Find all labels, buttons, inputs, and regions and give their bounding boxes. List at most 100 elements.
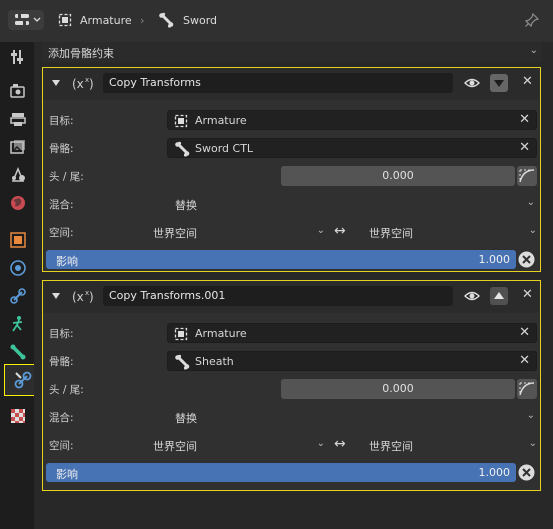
constraint-panel-copy-transforms-001: (xx) Copy Transforms.001 ✕ 目标: Armature … xyxy=(42,280,541,491)
head-tail-value: 0.000 xyxy=(382,382,414,395)
mix-value: 替换 xyxy=(175,199,197,212)
clear-bone-icon[interactable]: ✕ xyxy=(519,140,530,155)
tab-modifiers[interactable] xyxy=(4,255,32,281)
chevron-down-icon: ⌄ xyxy=(528,438,537,449)
constraint-panel-copy-transforms: (xx) Copy Transforms ✕ 目标: Armature ✕ 骨骼… xyxy=(42,67,541,272)
space-label: 空间: xyxy=(49,227,74,239)
constraint-header: (xx) Copy Transforms ✕ xyxy=(43,68,539,100)
target-space-dropdown[interactable]: 世界空间 ⌄ xyxy=(363,435,539,455)
add-bone-constraint-label: 添加骨骼约束 xyxy=(48,47,114,60)
clear-target-icon[interactable]: ✕ xyxy=(519,325,530,340)
space-label: 空间: xyxy=(49,440,74,452)
chevron-down-icon: ⌄ xyxy=(316,225,325,236)
use-bbone-shape-toggle[interactable] xyxy=(517,379,537,399)
use-bbone-shape-toggle[interactable] xyxy=(517,166,537,186)
tab-output[interactable] xyxy=(4,106,32,132)
scene-icon xyxy=(11,167,25,182)
close-icon[interactable]: ✕ xyxy=(522,74,533,89)
constraint-name: Copy Transforms.001 xyxy=(109,289,226,302)
space-arrow-icon: ↔ xyxy=(334,436,346,452)
target-field[interactable]: Armature ✕ xyxy=(167,323,537,343)
target-space-dropdown[interactable]: 世界空间 ⌄ xyxy=(363,222,539,242)
chevron-down-icon: ⌄ xyxy=(526,197,535,208)
tab-render[interactable] xyxy=(4,78,32,104)
clear-bone-icon[interactable]: ✕ xyxy=(519,353,530,368)
constraint-name: Copy Transforms xyxy=(109,76,201,89)
target-value: Armature xyxy=(195,327,247,340)
disable-keep-transform-button[interactable] xyxy=(517,250,536,269)
tab-bone[interactable] xyxy=(4,339,32,365)
triangle-up-icon xyxy=(494,292,504,299)
svg-text:): ) xyxy=(89,77,93,91)
bone-value: Sword CTL xyxy=(195,142,254,155)
editor-type-button[interactable] xyxy=(8,10,44,30)
target-value: Armature xyxy=(195,114,247,127)
eye-icon[interactable] xyxy=(464,289,480,303)
constraint-name-field[interactable]: Copy Transforms xyxy=(103,73,453,93)
collapse-triangle-icon[interactable] xyxy=(51,78,61,88)
breadcrumb-armature: Armature xyxy=(80,14,132,27)
copy-transforms-icon: (xx) xyxy=(71,75,93,91)
move-down-button[interactable] xyxy=(490,74,508,92)
pin-icon[interactable] xyxy=(524,12,540,28)
bone-tab-icon xyxy=(10,344,26,360)
tab-object-data[interactable] xyxy=(4,311,32,337)
space-arrow-icon: ↔ xyxy=(334,223,346,239)
target-label: 目标: xyxy=(49,328,74,340)
armature-object-icon xyxy=(174,114,188,128)
properties-tab-bar xyxy=(0,42,42,529)
tool-icon xyxy=(11,50,23,64)
target-space-value: 世界空间 xyxy=(369,440,413,453)
tab-texture[interactable] xyxy=(4,403,32,429)
clear-target-icon[interactable]: ✕ xyxy=(519,112,530,127)
svg-text:(x: (x xyxy=(72,77,84,91)
bone-label: 骨骼: xyxy=(49,356,74,368)
chevron-down-icon: ⌄ xyxy=(526,410,535,421)
disable-keep-transform-button[interactable] xyxy=(517,463,536,482)
bone-icon xyxy=(158,12,174,28)
influence-value: 1.000 xyxy=(478,466,511,479)
view-layer-icon xyxy=(10,140,25,154)
bbone-curve-icon xyxy=(519,169,535,183)
tab-world[interactable] xyxy=(4,190,32,216)
tab-scene[interactable] xyxy=(4,162,32,188)
head-tail-slider[interactable]: 0.000 xyxy=(281,379,515,399)
mix-label: 混合: xyxy=(49,199,74,211)
influence-label: 影响 xyxy=(56,468,78,481)
owner-space-dropdown[interactable]: 世界空间 ⌄ xyxy=(149,435,327,455)
object-icon xyxy=(10,232,26,248)
mix-mode-dropdown[interactable]: 替换 ⌄ xyxy=(167,407,537,427)
tab-object-constraints[interactable] xyxy=(4,283,32,309)
head-tail-label: 头 / 尾: xyxy=(49,384,84,396)
tab-view-layer[interactable] xyxy=(4,134,32,160)
bone-icon xyxy=(174,354,190,370)
mix-value: 替换 xyxy=(175,412,197,425)
add-bone-constraint-dropdown[interactable]: 添加骨骼约束 ⌄ xyxy=(42,42,542,62)
influence-slider[interactable]: 影响 1.000 xyxy=(46,250,516,269)
triangle-down-icon xyxy=(494,80,504,87)
influence-slider[interactable]: 影响 1.000 xyxy=(46,463,516,482)
eye-icon[interactable] xyxy=(464,76,480,90)
tab-object[interactable] xyxy=(4,227,32,253)
subtarget-bone-field[interactable]: Sheath ✕ xyxy=(167,351,537,371)
owner-space-dropdown[interactable]: 世界空间 ⌄ xyxy=(149,222,327,242)
close-icon[interactable]: ✕ xyxy=(522,287,533,302)
cancel-circle-icon xyxy=(518,251,535,268)
influence-value: 1.000 xyxy=(478,253,511,266)
tab-tool[interactable] xyxy=(4,44,32,70)
head-tail-value: 0.000 xyxy=(382,169,414,182)
owner-space-value: 世界空间 xyxy=(153,227,197,240)
properties-editor-icon xyxy=(15,13,41,26)
constraint-name-field[interactable]: Copy Transforms.001 xyxy=(103,286,453,306)
target-label: 目标: xyxy=(49,115,74,127)
copy-transforms-icon: (xx) xyxy=(71,288,93,304)
collapse-triangle-icon[interactable] xyxy=(51,291,61,301)
armature-data-icon xyxy=(58,13,72,27)
head-tail-slider[interactable]: 0.000 xyxy=(281,166,515,186)
object-constraint-icon xyxy=(10,288,26,304)
mix-label: 混合: xyxy=(49,412,74,424)
target-field[interactable]: Armature ✕ xyxy=(167,110,537,130)
move-up-button[interactable] xyxy=(490,287,508,305)
mix-mode-dropdown[interactable]: 替换 ⌄ xyxy=(167,194,537,214)
subtarget-bone-field[interactable]: Sword CTL ✕ xyxy=(167,138,537,158)
